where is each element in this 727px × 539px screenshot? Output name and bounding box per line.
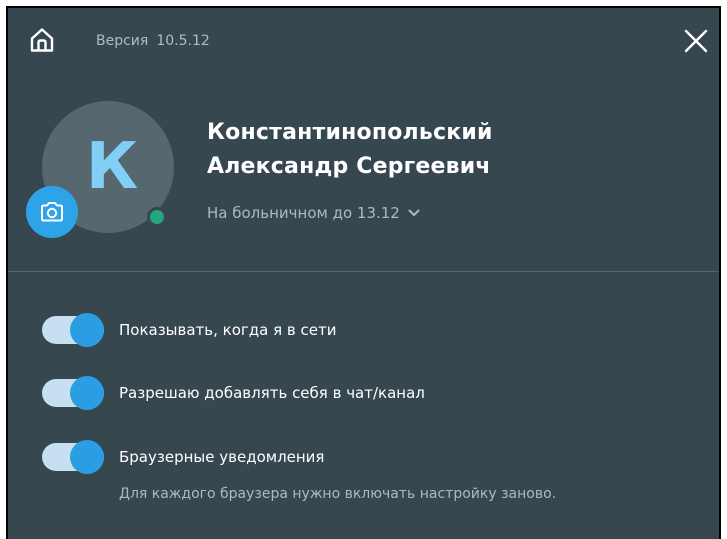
user-name-line-1: Константинопольский xyxy=(207,120,493,145)
version-label: Версия xyxy=(96,33,149,49)
setting-label: Браузерные уведомления xyxy=(119,448,325,466)
toggle-knob xyxy=(70,440,104,474)
toggle-allow-add-to-chat[interactable] xyxy=(42,376,104,410)
setting-label: Показывать, когда я в сети xyxy=(119,321,337,339)
home-button[interactable] xyxy=(26,24,58,56)
home-icon xyxy=(30,28,54,52)
user-name-line-2: Александр Сергеевич xyxy=(207,154,491,179)
app-version: Версия 10.5.12 xyxy=(96,33,210,49)
camera-icon xyxy=(41,202,63,222)
avatar-initial: К xyxy=(85,130,139,204)
toggle-knob xyxy=(70,376,104,410)
setting-browser-notifications: Браузерные уведомления xyxy=(42,440,324,474)
setting-show-online: Показывать, когда я в сети xyxy=(42,313,337,347)
version-number: 10.5.12 xyxy=(156,33,210,49)
setting-label: Разрешаю добавлять себя в чат/канал xyxy=(119,384,425,402)
profile-panel: Версия 10.5.12 К Константинопольский Але… xyxy=(6,6,721,539)
toggle-browser-notifications[interactable] xyxy=(42,440,104,474)
online-status-indicator xyxy=(147,207,167,227)
status-selector[interactable]: На больничном до 13.12 xyxy=(207,204,420,222)
status-text: На больничном до 13.12 xyxy=(207,204,400,222)
close-button[interactable] xyxy=(679,24,713,58)
section-divider xyxy=(8,271,719,272)
notifications-hint: Для каждого браузера нужно включать наст… xyxy=(119,486,557,502)
chevron-down-icon xyxy=(408,209,420,216)
user-full-name: Константинопольский Александр Сергеевич xyxy=(207,116,493,184)
change-photo-button[interactable] xyxy=(26,186,78,238)
toggle-show-online[interactable] xyxy=(42,313,104,347)
close-icon xyxy=(684,29,708,53)
toggle-knob xyxy=(70,313,104,347)
setting-allow-add-to-chat: Разрешаю добавлять себя в чат/канал xyxy=(42,376,425,410)
